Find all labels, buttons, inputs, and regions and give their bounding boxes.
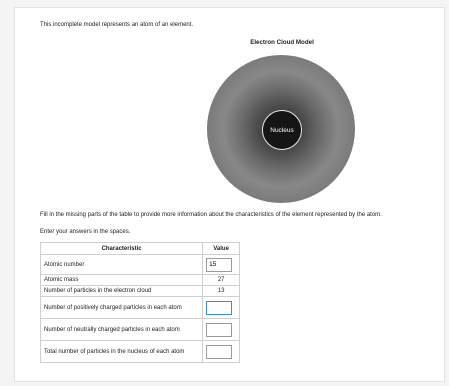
row-value-cell [202, 296, 240, 319]
characteristics-table: Characteristic Value Atomic number Atomi… [39, 242, 240, 363]
row-value-cell [202, 340, 240, 363]
table-row-positive-particles: Number of positively charged particles i… [39, 296, 240, 319]
row-label: Total number of particles in the nucleus… [39, 340, 204, 363]
atomic-mass-value: 27 [202, 274, 240, 286]
row-label: Number of particles in the electron clou… [39, 285, 204, 297]
instruction-enter-answers: Enter your answers in the spaces. [40, 229, 131, 235]
table-row-electron-cloud: Number of particles in the electron clou… [39, 285, 240, 297]
model-title: Electron Cloud Model [250, 39, 314, 46]
table-row-neutral-particles: Number of neutrally charged particles in… [39, 318, 240, 341]
header-characteristic: Characteristic [39, 242, 204, 255]
table-row-atomic-number: Atomic number [39, 254, 240, 275]
table-row-nucleus-total: Total number of particles in the nucleus… [39, 340, 240, 363]
table-row-atomic-mass: Atomic mass 27 [39, 274, 240, 286]
neutral-particles-input[interactable] [206, 322, 233, 337]
electron-cloud: Nucleus [207, 55, 355, 203]
intro-text: This incomplete model represents an atom… [40, 22, 194, 28]
row-label: Number of positively charged particles i… [39, 296, 204, 319]
instruction-fill-table: Fill in the missing parts of the table t… [40, 212, 382, 218]
header-value: Value [202, 242, 240, 255]
table-header-row: Characteristic Value [39, 242, 240, 255]
nucleus-label: Nucleus [270, 126, 294, 134]
row-label: Number of neutrally charged particles in… [39, 318, 204, 341]
nucleus: Nucleus [262, 110, 302, 150]
positive-particles-input[interactable] [206, 300, 233, 315]
row-label: Atomic mass [39, 274, 204, 286]
row-value-cell [202, 318, 240, 341]
atomic-number-input[interactable] [206, 257, 233, 272]
row-value-cell [202, 254, 240, 275]
row-label: Atomic number [39, 254, 204, 275]
electron-count-value: 13 [202, 285, 240, 297]
nucleus-total-input[interactable] [206, 344, 233, 359]
